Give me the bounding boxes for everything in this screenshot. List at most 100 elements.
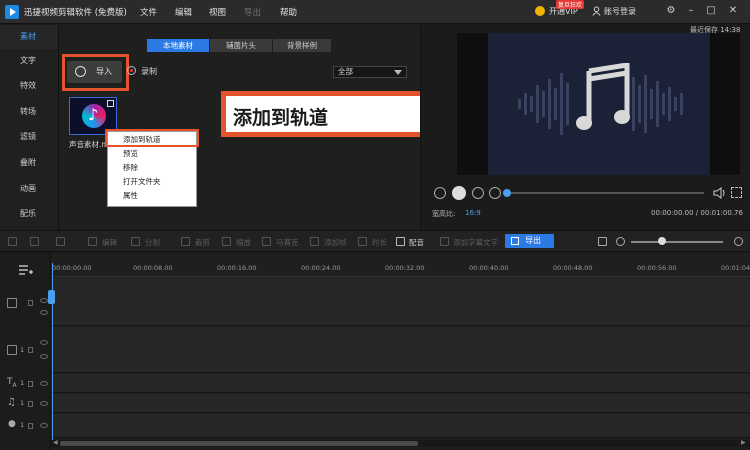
toolbar-duration[interactable]: 时长	[372, 237, 387, 248]
prev-frame-icon[interactable]	[434, 187, 446, 199]
toolbar-crop[interactable]: 裁剪	[195, 237, 210, 248]
mute-icon[interactable]	[40, 423, 48, 428]
zoom-out-icon[interactable]	[616, 237, 625, 246]
track-number: 1	[20, 399, 25, 407]
sidebar-item-effects[interactable]: 特效	[0, 74, 58, 98]
toolbar-dubbing[interactable]: 配音	[409, 237, 424, 248]
video-track[interactable]	[51, 278, 750, 326]
callout-text: 添加到轨道	[233, 107, 329, 129]
ctx-properties[interactable]: 属性	[108, 189, 196, 203]
zoom-in-icon[interactable]	[734, 237, 743, 246]
toolbar-mosaic[interactable]: 马赛克	[276, 237, 299, 248]
redo-icon[interactable]	[30, 237, 39, 246]
timeline-zoom-slider[interactable]	[631, 241, 723, 243]
playback-progress-bar[interactable]	[506, 192, 704, 194]
scroll-right-icon[interactable]: ▶	[741, 439, 746, 446]
record-radio[interactable]	[127, 66, 136, 75]
scroll-left-icon[interactable]: ◀	[53, 439, 58, 446]
music-track[interactable]	[51, 394, 750, 413]
media-filter-select[interactable]: 全部	[333, 66, 407, 78]
toolbar-zoom[interactable]: 缩放	[236, 237, 251, 248]
crop-icon[interactable]	[181, 237, 190, 246]
toolbar-split[interactable]: 分割	[145, 237, 160, 248]
overlay-track[interactable]	[51, 327, 750, 373]
sidebar-item-animation[interactable]: 动画	[0, 177, 58, 201]
maximize-icon[interactable]: □	[704, 4, 718, 18]
add-to-track-corner-icon[interactable]	[107, 100, 114, 107]
toolbar-add-frame[interactable]: 添加帧	[324, 237, 347, 248]
ctx-remove[interactable]: 移除	[108, 161, 196, 175]
chevron-down-icon	[394, 70, 402, 75]
eye-icon[interactable]	[40, 298, 48, 303]
timeline-ruler[interactable]: 00:00:00.00 00:00:08.00 00:00:16.00 00:0…	[51, 263, 750, 277]
vip-badge: 复旦狂欢	[556, 0, 585, 9]
sidebar-item-music[interactable]: 配乐	[0, 202, 58, 226]
toolbar-add-subtitle[interactable]: 添加字幕文字	[453, 237, 498, 248]
user-icon[interactable]	[592, 6, 601, 16]
edit-icon[interactable]	[88, 237, 97, 246]
menu-view[interactable]: 视图	[209, 6, 226, 18]
sidebar-item-overlays[interactable]: 叠附	[0, 151, 58, 175]
settings-icon[interactable]: ⚙	[664, 4, 678, 18]
mosaic-icon[interactable]	[262, 237, 271, 246]
vip-icon[interactable]	[535, 6, 545, 16]
sidebar-item-text[interactable]: 文字	[0, 49, 58, 73]
lock-icon[interactable]	[28, 423, 33, 429]
stop-icon[interactable]	[489, 187, 501, 199]
eye-icon[interactable]	[40, 381, 48, 386]
next-frame-icon[interactable]	[472, 187, 484, 199]
mute-icon[interactable]	[40, 401, 48, 406]
microphone-icon[interactable]	[396, 237, 405, 246]
sidebar: 素材 文字 特效 转场 滤镜 叠附 动画 配乐	[0, 25, 58, 230]
subtitle-icon[interactable]	[440, 237, 449, 246]
volume-icon[interactable]	[713, 187, 725, 199]
app-logo-icon	[5, 5, 19, 19]
mute-icon[interactable]	[40, 354, 48, 359]
menu-file[interactable]: 文件	[140, 6, 157, 18]
playback-progress-handle[interactable]	[503, 189, 511, 197]
menu-edit[interactable]: 编辑	[175, 6, 192, 18]
sidebar-item-transitions[interactable]: 转场	[0, 100, 58, 124]
eye-icon[interactable]	[40, 340, 48, 345]
tab-background-samples[interactable]: 背景样例	[273, 39, 331, 52]
add-track-icon[interactable]	[18, 264, 34, 276]
aspect-ratio-value[interactable]: 16:9	[465, 209, 481, 217]
add-frame-icon[interactable]	[310, 237, 319, 246]
lock-icon[interactable]	[28, 381, 33, 387]
snapshot-icon[interactable]	[598, 237, 607, 246]
tab-intro-clips[interactable]: 辅菌片头	[210, 39, 272, 52]
split-icon[interactable]	[131, 237, 140, 246]
menu-help[interactable]: 帮助	[280, 6, 297, 18]
timeline-zoom-handle[interactable]	[658, 237, 666, 245]
login-label[interactable]: 账号登录	[604, 6, 636, 17]
playhead-handle[interactable]	[48, 290, 55, 304]
menu-export[interactable]: 导出	[244, 6, 261, 18]
voice-track[interactable]	[51, 414, 750, 438]
lock-icon[interactable]	[28, 347, 33, 353]
ctx-preview[interactable]: 预览	[108, 147, 196, 161]
tab-local-media[interactable]: 本地素材	[147, 39, 209, 52]
mute-icon[interactable]	[40, 310, 48, 315]
lock-icon[interactable]	[28, 300, 33, 306]
ctx-open-folder[interactable]: 打开文件夹	[108, 175, 196, 189]
export-button[interactable]: 导出	[505, 234, 554, 248]
record-label[interactable]: 录制	[141, 66, 157, 77]
play-icon[interactable]	[452, 186, 466, 200]
import-label: 导入	[96, 67, 112, 76]
lock-icon[interactable]	[28, 401, 33, 407]
fullscreen-icon[interactable]	[731, 187, 742, 198]
zoom-icon[interactable]	[222, 237, 231, 246]
close-icon[interactable]: ✕	[726, 4, 740, 18]
tick-label: 00:00:00.00	[52, 264, 92, 272]
toolbar-edit[interactable]: 编辑	[102, 237, 117, 248]
text-track[interactable]	[51, 374, 750, 393]
tick-label: 00:00:56.00	[637, 264, 677, 272]
duration-icon[interactable]	[358, 237, 367, 246]
import-button[interactable]: 导入	[67, 61, 122, 83]
sidebar-item-filters[interactable]: 滤镜	[0, 125, 58, 149]
undo-icon[interactable]	[8, 237, 17, 246]
horizontal-scrollbar[interactable]	[60, 441, 418, 446]
delete-icon[interactable]	[56, 237, 65, 246]
sidebar-item-media[interactable]: 素材	[0, 25, 58, 49]
minimize-icon[interactable]: –	[684, 4, 698, 18]
